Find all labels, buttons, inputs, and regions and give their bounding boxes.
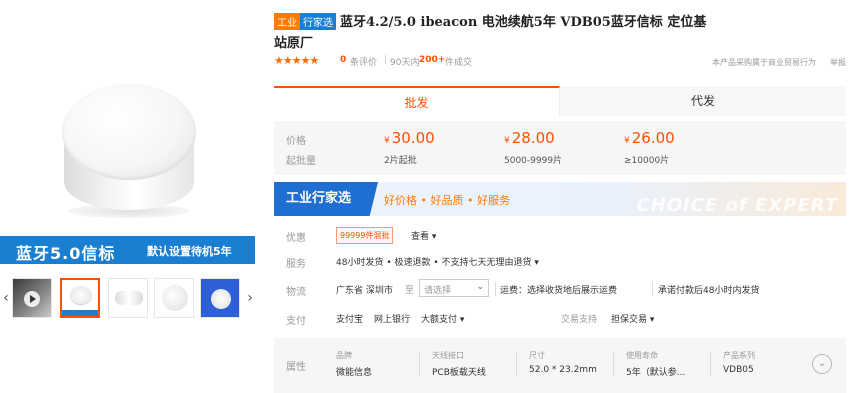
destination-select[interactable]: 请选择 ⌄: [419, 279, 489, 297]
moq-label: 起批量: [286, 156, 316, 167]
payment-online-bank: 网上银行: [374, 315, 411, 325]
attribute-series: 产品系列 VDB05: [723, 351, 755, 375]
sold-count: 200+: [419, 55, 446, 65]
thumbnail-1[interactable]: [60, 278, 100, 318]
rating-row: ★★★★★ 0 条评价 | 90天内 200+ 件成交 本产品采购属于商业贸易行…: [274, 54, 846, 69]
trade-assurance-note: 本产品采购属于商业贸易行为: [712, 58, 816, 67]
attribute-lifetime: 使用寿命 5年（默认参...: [626, 351, 686, 378]
thumbnail-video[interactable]: [12, 278, 52, 318]
divider: [495, 282, 496, 296]
payment-label: 支付: [286, 316, 306, 327]
product-title-block: 工业 行家选 蓝牙4.2/5.0 ibeacon 电池续航5年 VDB05蓝牙信标 …: [274, 12, 714, 54]
sold-period-label: 90天内: [390, 58, 420, 68]
thumb-prev-arrow[interactable]: ‹: [0, 288, 12, 308]
product-title: 蓝牙4.2/5.0 ibeacon 电池续航5年 VDB05蓝牙信标 定位基站原…: [274, 15, 707, 51]
escrow-dropdown[interactable]: 担保交易 ▾: [611, 312, 654, 325]
tab-wholesale[interactable]: 批发: [274, 86, 560, 116]
expert-watermark: CHOICE of EXPERT: [636, 195, 838, 216]
tier-price-1: ¥30.00: [384, 129, 435, 147]
attribute-brand: 品牌 微能信息: [336, 351, 373, 378]
reviews-label[interactable]: 条评价: [350, 55, 377, 68]
promo-view-dropdown[interactable]: 查看 ▾: [411, 229, 436, 242]
thumbnail-2[interactable]: [108, 278, 148, 318]
banner-title: 蓝牙5.0信标: [16, 244, 116, 263]
thumbnail-strip: ‹ ›: [0, 276, 258, 320]
promo-label: 优惠: [286, 233, 306, 244]
service-row: 服务 48小时发货 • 极速退款 • 不支持七天无理由退货 ▾: [274, 252, 846, 272]
tab-dropship[interactable]: 代发: [560, 86, 846, 116]
expert-slogan: 好价格 • 好品质 • 好服务: [384, 194, 510, 207]
rating-stars-icon: ★★★★★: [274, 54, 319, 67]
rating-separator: |: [384, 55, 388, 65]
service-label: 服务: [286, 259, 306, 270]
tier-price-3: ¥26.00: [624, 129, 675, 147]
promo-row: 优惠 99999件混批 查看 ▾: [274, 226, 846, 246]
tag-expert-select: 行家选: [300, 13, 336, 30]
main-product-image[interactable]: [0, 10, 258, 240]
ship-from-region: 广东省 深圳市: [336, 286, 393, 296]
tag-industry: 工业: [274, 13, 300, 30]
rating-score[interactable]: 0: [340, 55, 346, 65]
shipping-row: 物流 广东省 深圳市 至 请选择 ⌄ 运费：选择收货地后展示运费 承诺付款后48小…: [274, 279, 846, 300]
report-link[interactable]: 举报: [830, 57, 846, 68]
ship-to-label: 至: [405, 286, 415, 296]
thumbnail-3[interactable]: [154, 278, 194, 318]
product-banner: 蓝牙5.0信标 默认设置待机5年: [0, 236, 255, 264]
trade-support-label: 交易支持: [561, 315, 598, 325]
payment-large-amount-dropdown[interactable]: 大额支付 ▾: [421, 312, 464, 325]
banner-subtitle: 默认设置待机5年: [147, 245, 232, 258]
shipping-promise: 承诺付款后48小时内发货: [658, 286, 760, 296]
attribute-size: 尺寸 52.0 * 23.2mm: [529, 351, 597, 375]
shipping-label: 物流: [286, 287, 306, 298]
expert-select-banner: 工业行家选 好价格 • 好品质 • 好服务 CHOICE of EXPERT: [274, 182, 846, 216]
beacon-device-image: [58, 82, 200, 222]
tier-price-2: ¥28.00: [504, 129, 555, 147]
tier-qty-1: 2片起批: [384, 156, 417, 166]
play-icon: [24, 291, 40, 307]
attribute-antenna: 天线接口 PCB板载天线: [432, 351, 486, 378]
thumbnail-4[interactable]: [200, 278, 240, 318]
price-tiers: 价格 起批量 ¥30.00 2片起批 ¥28.00 5000-9999片 ¥26…: [274, 121, 846, 175]
expand-attributes-icon[interactable]: ⌄: [812, 354, 832, 374]
price-label: 价格: [286, 136, 306, 147]
service-details-dropdown[interactable]: 48小时发货 • 极速退款 • 不支持七天无理由退货 ▾: [336, 255, 539, 268]
sold-unit: 件成交: [445, 58, 473, 68]
payment-row: 支付 支付宝 网上银行 大额支付 ▾ 交易支持 担保交易 ▾: [274, 309, 846, 329]
divider: [652, 282, 653, 296]
attributes-label: 属性: [286, 362, 306, 373]
mixed-batch-badge: 99999件混批: [336, 227, 394, 244]
attributes-panel: 属性 品牌 微能信息 天线接口 PCB板载天线 尺寸 52.0 * 23.2mm…: [274, 338, 846, 393]
tier-qty-2: 5000-9999片: [504, 156, 563, 166]
payment-alipay: 支付宝: [336, 315, 364, 325]
chevron-down-icon: ⌄: [476, 282, 484, 292]
purchase-tabs: 批发 代发: [274, 86, 846, 116]
expert-label: 工业行家选: [274, 182, 378, 216]
tier-qty-3: ≥10000片: [624, 156, 670, 166]
thumb-next-arrow[interactable]: ›: [244, 288, 256, 308]
shipping-fee-note: 运费：选择收货地后展示运费: [500, 286, 618, 296]
